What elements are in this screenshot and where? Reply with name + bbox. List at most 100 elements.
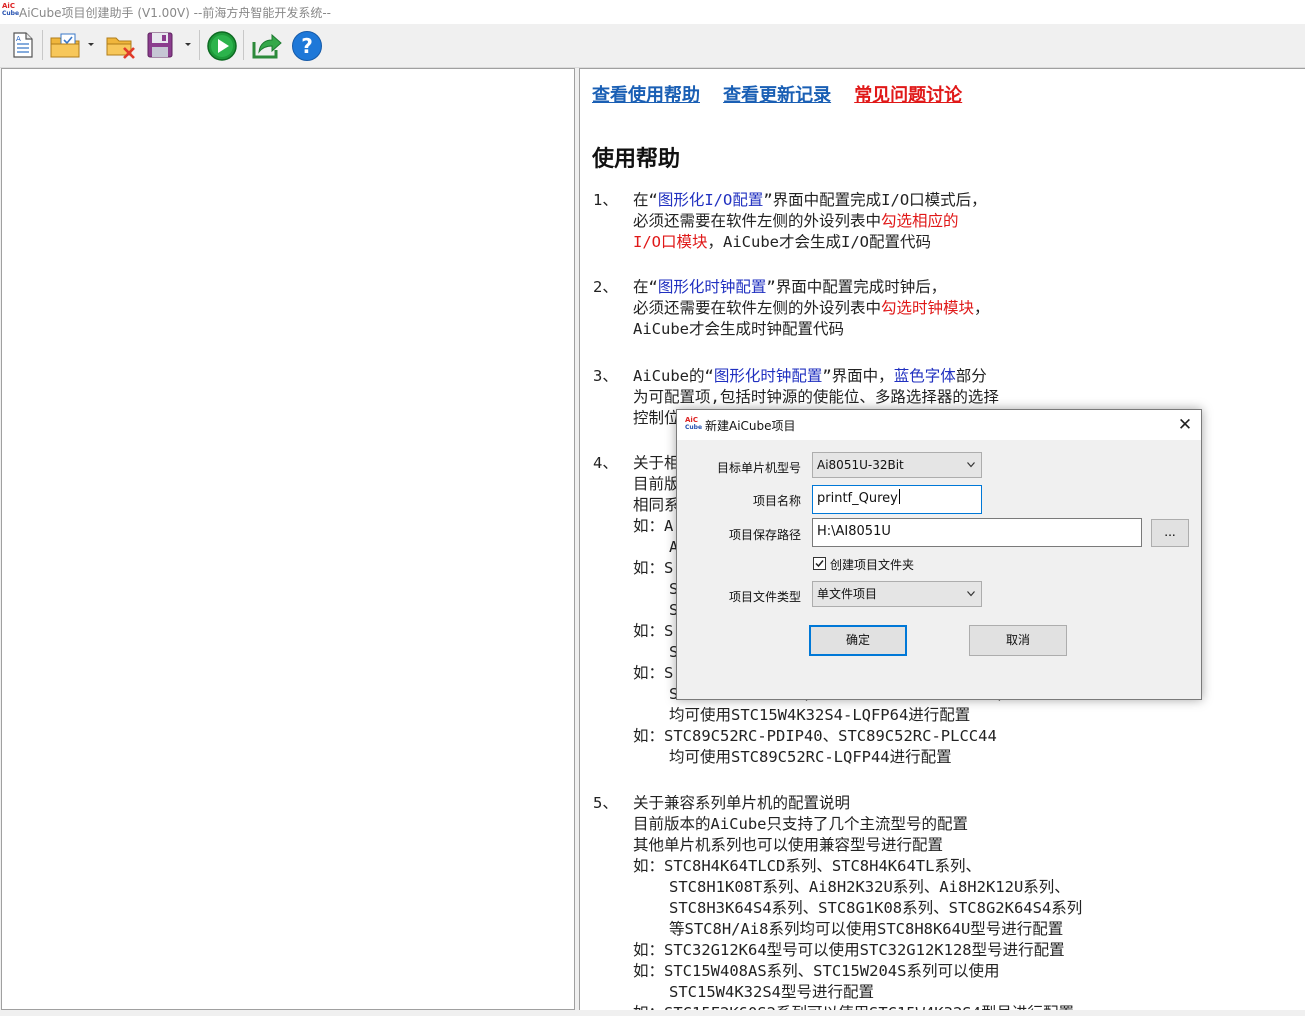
text: 目前版本的AiCube只支持了几个主流型号的配置 [633,815,968,833]
help-icon: ? [292,31,322,61]
highlight-red: I/O口模块 [633,233,708,251]
file-type-select[interactable]: 单文件项目 [812,581,982,607]
project-name-input[interactable]: printf_Qurey [812,485,982,514]
chevron-down-icon [967,462,975,468]
save-path-label: 项目保存路径 [728,528,801,542]
open-dropdown-chevron-icon[interactable] [87,41,95,49]
text: STC8H1K08T系列、Ai8H2K32U系列、Ai8H2K12U系列、 [669,878,1070,896]
run-generate-button[interactable] [203,28,239,62]
text: 必须还需要在软件左侧的外设列表中 [633,299,882,317]
section-number: 4、 [593,454,618,472]
text: 在“ [633,278,658,296]
new-document-icon: A [13,32,33,58]
highlight-blue: 图形化I/O配置 [657,191,764,209]
app-logo-subtext: Cube [2,10,20,17]
new-project-dialog: AiC Cube 新建AiCube项目 ✕ 目标单片机型号 Ai8051U-32… [676,409,1202,700]
svg-text:A: A [16,35,21,43]
text: STC8H3K64S4系列、STC8G1K08系列、STC8G2K64S4系列 [669,899,1083,917]
window-title: AiCube项目创建助手 (V1.00V) --前海方舟智能开发系统-- [19,6,331,20]
ok-button[interactable]: 确定 [809,625,907,656]
app-logo-icon: AiC Cube [2,2,20,19]
text: AiCube的“ [633,367,714,385]
chevron-down-icon [967,591,975,597]
text: 等STC8H/Ai8系列均可以使用STC8H8K64U型号进行配置 [669,920,1064,938]
svg-text:?: ? [301,34,313,58]
close-project-icon [106,37,135,59]
run-icon [207,31,237,61]
app-logo-text: AiC [685,416,698,424]
peripheral-list-pane[interactable] [1,68,575,1010]
create-folder-label[interactable]: 创建项目文件夹 [830,556,914,573]
highlight-blue: 蓝色字体 [893,367,956,385]
text: 在“ [633,191,658,209]
dialog-titlebar: AiC Cube 新建AiCube项目 ✕ [677,410,1201,440]
text: 如：STC8H4K64TLCD系列、STC8H4K64TL系列、 [633,857,981,875]
section-number: 5、 [593,794,618,812]
help-links: 查看使用帮助 查看更新记录 常见问题讨论 [592,81,980,107]
window-titlebar: AiC Cube AiCube项目创建助手 (V1.00V) --前海方舟智能开… [0,0,1305,24]
section-number: 3、 [593,367,618,385]
pane-splitter[interactable] [575,68,578,1010]
help-title: 使用帮助 [592,146,681,172]
text: ”界面中配置完成I/O口模式后， [763,191,987,209]
open-folder-icon [50,33,80,58]
save-path-input[interactable]: H:\AI8051U [812,518,1142,547]
view-changelog-link[interactable]: 查看更新记录 [723,85,831,106]
file-type-label: 项目文件类型 [728,590,801,604]
close-project-button[interactable] [102,28,138,62]
checkmark-icon [815,560,824,568]
toolbar-separator [199,30,200,60]
export-button[interactable] [248,28,284,62]
status-bar [0,1010,1305,1016]
new-project-button[interactable]: A [4,28,40,62]
app-logo-subtext: Cube [685,424,703,431]
chip-model-value: Ai8051U-32Bit [817,458,904,472]
text: ”界面中， [822,367,894,385]
view-help-link[interactable]: 查看使用帮助 [592,85,700,106]
app-logo-text: AiC [2,2,15,10]
highlight-red: 勾选时钟模块 [881,299,975,317]
highlight-blue: 图形化时钟配置 [657,278,767,296]
faq-discussion-link[interactable]: 常见问题讨论 [854,85,962,106]
help-button[interactable]: ? [288,28,324,62]
text: 如：STC15W408AS系列、STC15W204S系列可以使用 [633,962,1000,980]
chip-model-label: 目标单片机型号 [716,461,801,475]
cancel-button[interactable]: 取消 [969,625,1067,656]
text-caret [898,489,900,504]
project-name-label: 项目名称 [752,494,801,508]
text: 其他单片机系列也可以使用兼容型号进行配置 [633,836,944,854]
text: 必须还需要在软件左侧的外设列表中 [633,212,882,230]
file-type-value: 单文件项目 [817,587,878,601]
open-project-button[interactable] [46,28,82,62]
chip-model-select[interactable]: Ai8051U-32Bit [812,452,982,478]
save-path-value: H:\AI8051U [817,524,891,539]
text: ， [974,299,990,317]
section-number: 1、 [593,191,618,209]
project-name-value: printf_Qurey [817,491,898,506]
text: STC15W4K32S4型号进行配置 [669,983,874,1001]
highlight-red: 勾选相应的 [881,212,959,230]
text: 如：STC32G12K64型号可以使用STC32G12K128型号进行配置 [633,941,1065,959]
export-icon [252,33,282,59]
text: 部分 [955,367,987,385]
text: AiCube才会生成时钟配置代码 [633,320,844,338]
toolbar-separator [42,30,43,60]
save-project-button[interactable] [142,28,178,62]
text: ”界面中配置完成时钟后， [766,278,947,296]
save-dropdown-chevron-icon[interactable] [184,41,192,49]
toolbar-separator [243,30,244,60]
save-icon [147,32,173,58]
text: 为可配置项,包括时钟源的使能位、多路选择器的选择 [633,388,999,406]
highlight-blue: 图形化时钟配置 [713,367,823,385]
section-number: 2、 [593,278,618,296]
text: ，AiCube才会生成I/O配置代码 [707,233,932,251]
app-logo-icon: AiC Cube [685,416,703,433]
close-icon[interactable]: ✕ [1175,415,1195,435]
text: 均可使用STC15W4K32S4-LQFP64进行配置 [669,706,971,724]
dialog-title: 新建AiCube项目 [705,419,796,433]
browse-button[interactable]: ... [1151,519,1189,547]
create-folder-checkbox[interactable] [813,557,826,570]
toolbar: A ? [0,24,1305,68]
text: 关于兼容系列单片机的配置说明 [633,794,851,812]
text: 均可使用STC89C52RC-LQFP44进行配置 [669,748,952,766]
